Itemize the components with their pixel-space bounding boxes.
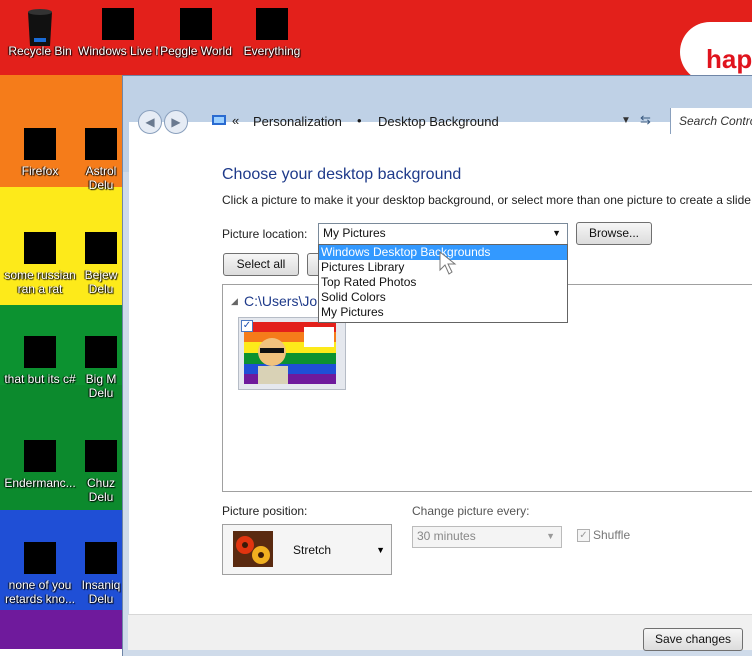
desktop-icon-label: Insaniq Delu [81, 578, 121, 606]
desktop-icon-label: some russian ran a rat [4, 268, 76, 296]
desktop-icon-big-m[interactable]: Big M Delu [78, 336, 124, 400]
control-panel-icon [211, 113, 227, 127]
chevron-down-icon: ▼ [552, 228, 561, 238]
flower-preview-image [233, 531, 273, 567]
breadcrumb-personalization[interactable]: Personalization [253, 114, 342, 129]
forward-arrow-icon: ▶ [171, 115, 181, 129]
desktop-icon-label: Bejew Delu [84, 268, 118, 296]
redacted-icon [102, 8, 134, 40]
thumbnail-checkbox[interactable]: ✓ [241, 320, 253, 332]
desktop-icon-endermanc[interactable]: Endermanc... [0, 440, 80, 490]
thumbnail-image [244, 322, 336, 384]
select-all-button[interactable]: Select all [223, 253, 299, 276]
dropdown-option-my-pictures[interactable]: My Pictures [319, 305, 567, 320]
folder-path: C:\Users\Jo [244, 293, 318, 309]
redacted-icon [24, 232, 56, 264]
desktop-icon-some-russian[interactable]: some russian ran a rat [0, 232, 80, 296]
redacted-icon [24, 440, 56, 472]
desktop-icon-label: Big M Delu [85, 372, 117, 400]
desktop-icon-astrol[interactable]: Astrol Delu [78, 128, 124, 192]
desktop-icon-label: Firefox [21, 164, 59, 178]
desktop-icon-label: Everything [243, 44, 301, 58]
desktop-icon-windows-live[interactable]: Windows Live Mai [78, 8, 158, 58]
desktop-icon-peggle-world[interactable]: Peggle World [156, 8, 236, 58]
desktop-icon-label: Peggle World [160, 44, 232, 58]
dropdown-option-solid-colors[interactable]: Solid Colors [319, 290, 567, 305]
desktop-icon-bejew[interactable]: Bejew Delu [78, 232, 124, 296]
picture-position-select[interactable]: Stretch ▼ [222, 524, 392, 575]
redacted-icon [85, 542, 117, 574]
redacted-icon [24, 542, 56, 574]
desktop-icon-label: that but its c# [4, 372, 76, 386]
desktop-icon-label: Windows Live Mai [78, 44, 158, 58]
redacted-icon [85, 128, 117, 160]
desktop-icon-recycle-bin[interactable]: Recycle Bin [0, 8, 80, 58]
search-box[interactable]: Search Contro [670, 108, 752, 134]
cloud-text: hap [706, 44, 752, 74]
page-description: Click a picture to make it your desktop … [222, 193, 752, 207]
page-title: Choose your desktop background [222, 166, 462, 183]
redacted-icon [85, 232, 117, 264]
picture-location-select[interactable]: My Pictures ▼ [318, 223, 568, 245]
recycle-bin-icon [24, 8, 56, 46]
desktop-icon-label: Astrol Delu [85, 164, 117, 192]
collapse-arrow-icon[interactable]: ◢ [231, 296, 238, 307]
forward-button[interactable]: ▶ [164, 110, 188, 134]
desktop-icon-label: Recycle Bin [8, 44, 72, 58]
desktop-icon-none-of-you[interactable]: none of you retards kno... [0, 542, 80, 606]
breadcrumb-desktop-background[interactable]: Desktop Background [378, 114, 499, 129]
redacted-icon [85, 440, 117, 472]
desktop-icon-firefox[interactable]: Firefox [0, 128, 80, 178]
shuffle-checkbox[interactable]: ✓ [577, 529, 590, 542]
picture-position-label: Picture position: [222, 504, 308, 518]
desktop-icon-everything[interactable]: Everything [232, 8, 312, 58]
redacted-icon [85, 336, 117, 368]
chevron-down-icon: ▼ [376, 545, 385, 555]
mouse-cursor [438, 250, 458, 276]
redacted-icon [24, 336, 56, 368]
desktop-icon-label: Endermanc... [4, 476, 76, 490]
back-button[interactable]: ◀ [138, 110, 162, 134]
address-dropdown-icon[interactable]: ▼ [621, 115, 631, 126]
change-picture-interval-select[interactable]: 30 minutes ▼ [412, 526, 562, 548]
change-picture-label: Change picture every: [412, 504, 530, 518]
search-placeholder: Search Contro [679, 114, 752, 128]
change-picture-interval-value: 30 minutes [417, 529, 476, 543]
picture-location-value: My Pictures [323, 226, 386, 240]
breadcrumb-overflow[interactable]: « [232, 113, 239, 128]
save-changes-button[interactable]: Save changes [643, 628, 743, 651]
desktop-icon-label: none of you retards kno... [4, 578, 76, 606]
picture-location-label: Picture location: [222, 227, 308, 241]
desktop-icon-that-but-its-c[interactable]: that but its c# [0, 336, 80, 386]
refresh-icon[interactable]: ⇆ [640, 112, 651, 128]
desktop-icon-insaniq[interactable]: Insaniq Delu [78, 542, 124, 606]
shuffle-label: Shuffle [593, 528, 631, 542]
redacted-icon [24, 128, 56, 160]
dropdown-option-top-rated-photos[interactable]: Top Rated Photos [319, 275, 567, 290]
desktop-icon-label: Chuz Delu [86, 476, 115, 504]
redacted-icon [256, 8, 288, 40]
back-arrow-icon: ◀ [145, 115, 155, 129]
desktop-icon-chuz[interactable]: Chuz Delu [78, 440, 124, 504]
breadcrumb-separator: • [357, 113, 362, 128]
chevron-down-icon: ▼ [546, 531, 555, 541]
redacted-icon [180, 8, 212, 40]
browse-button[interactable]: Browse... [576, 222, 652, 245]
picture-position-value: Stretch [293, 543, 332, 557]
